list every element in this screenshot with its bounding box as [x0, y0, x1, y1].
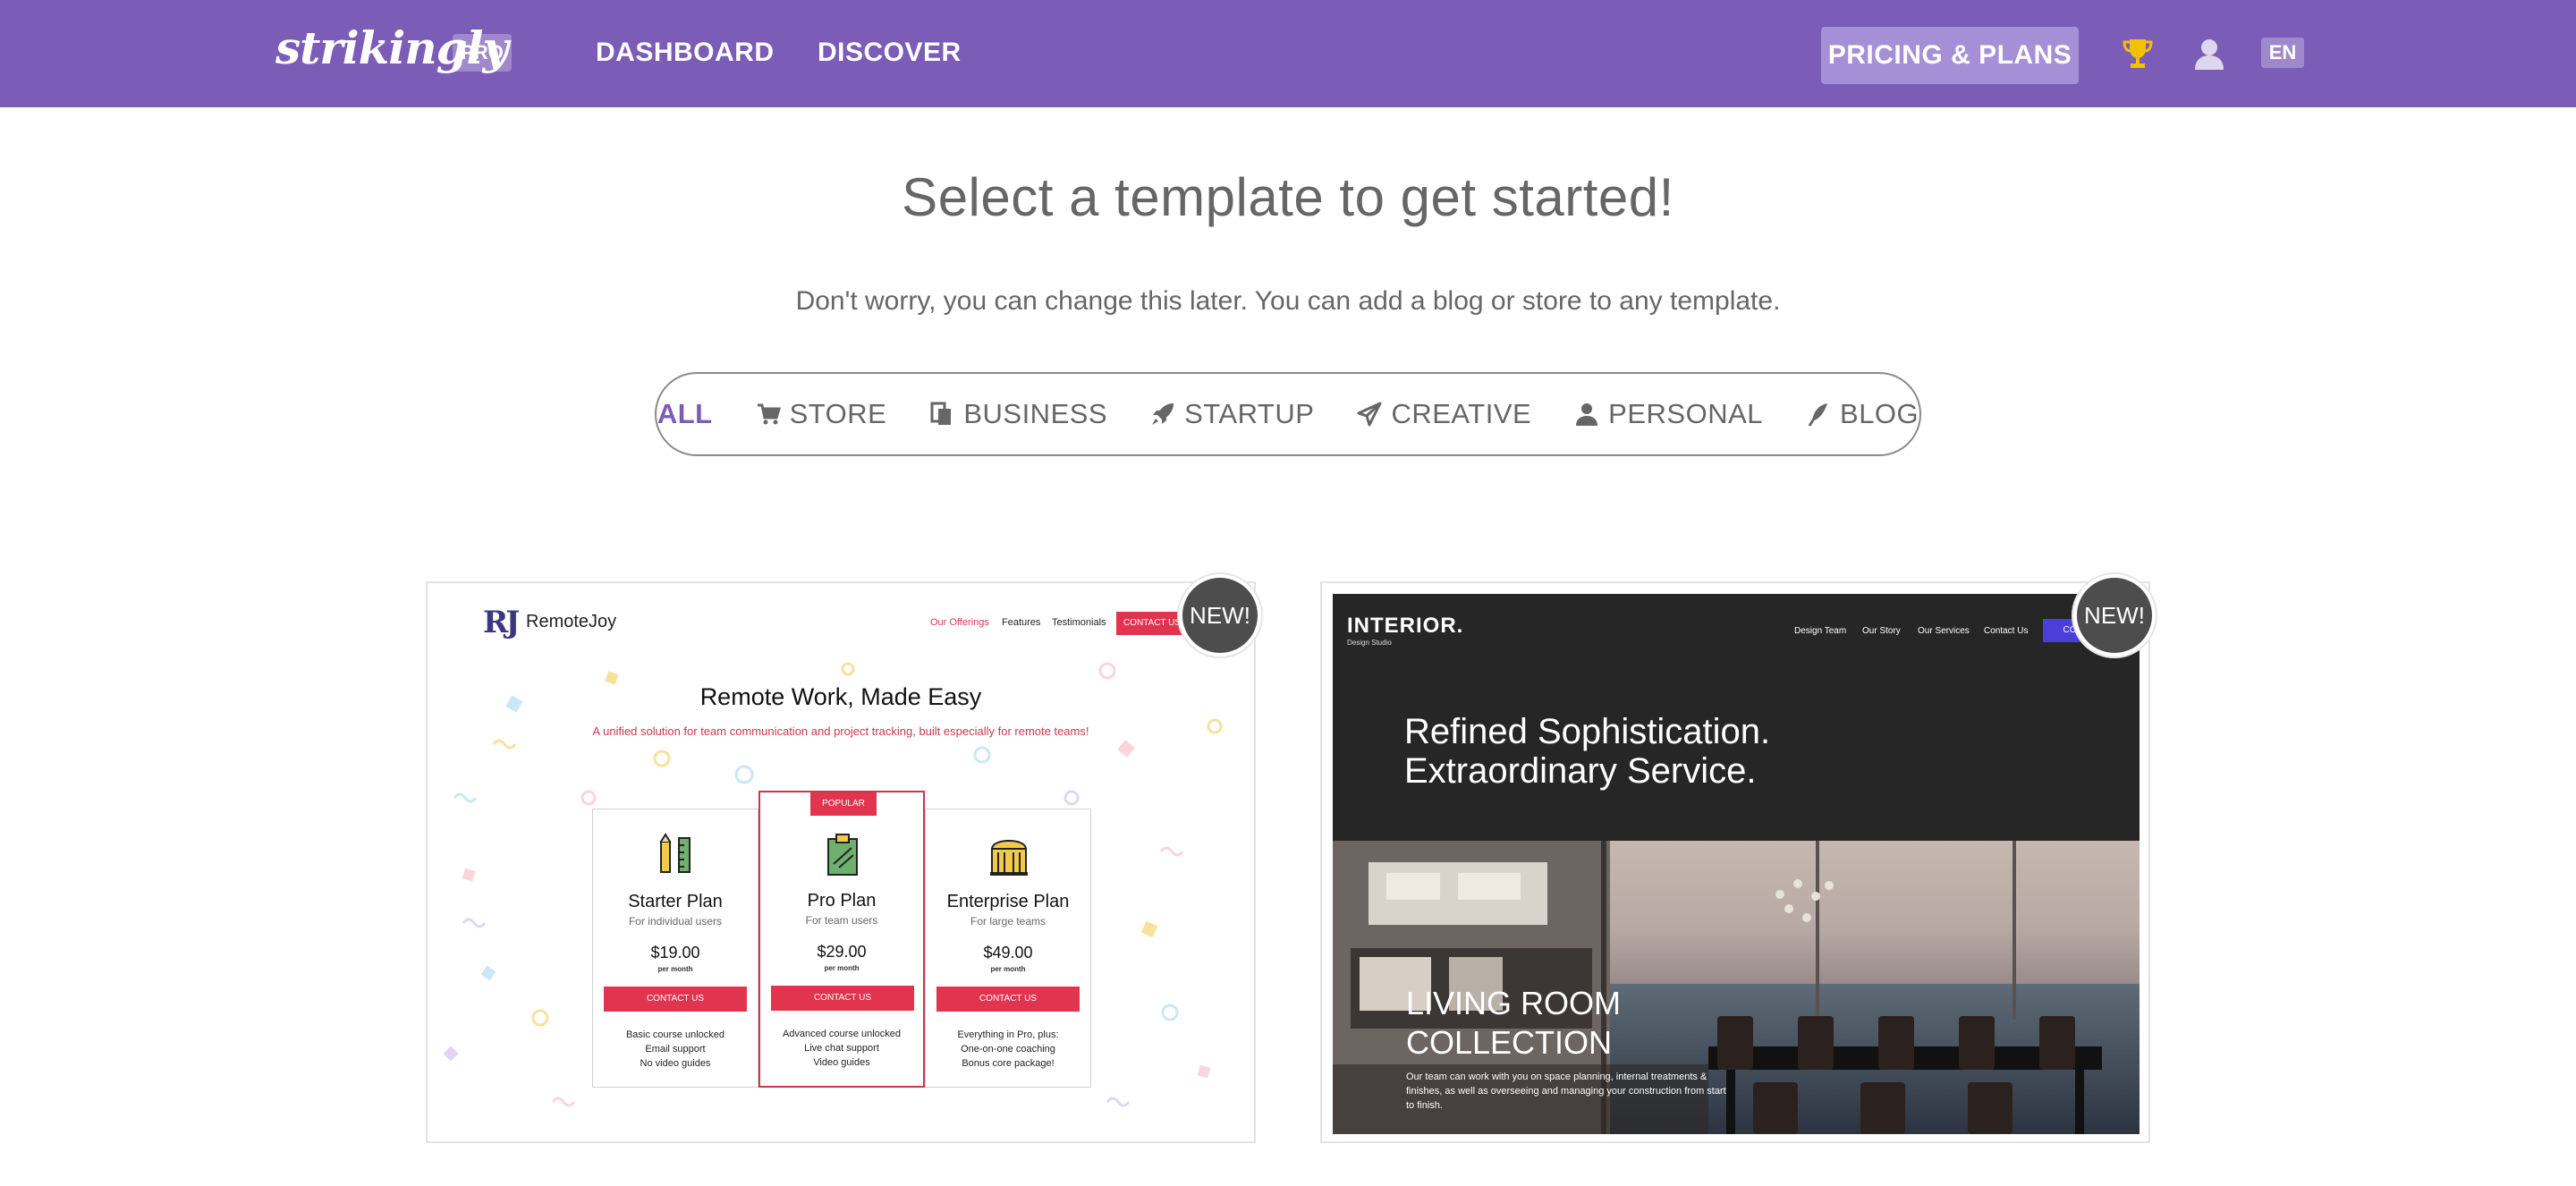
plan-period: per month [824, 964, 860, 972]
remotejoy-logo-mark: RJ [483, 605, 520, 640]
preview-nav-item: Our Offerings [930, 617, 989, 628]
plan-feature: Live chat support [804, 1043, 879, 1054]
plan-contact-button: CONTACT US [604, 987, 747, 1012]
plan-period: per month [657, 965, 693, 973]
template-card-interior[interactable]: INTERIOR. Design Studio Design Team Our … [1320, 581, 2150, 1143]
template-card-remotejoy[interactable]: RJ RemoteJoy Our Offerings Features Test… [426, 581, 1256, 1143]
language-selector[interactable]: EN [2261, 38, 2304, 68]
preview-headline-line: Extraordinary Service. [1404, 751, 1757, 791]
pricing-plans-button[interactable]: PRICING & PLANS [1821, 27, 2079, 84]
page-subtitle: Don't worry, you can change this later. … [795, 286, 1781, 316]
plan-feature: Video guides [813, 1057, 870, 1068]
plan-name: Starter Plan [628, 892, 723, 911]
plan-price: $29.00 [817, 943, 867, 961]
template-preview-remotejoy: RJ RemoteJoy Our Offerings Features Test… [428, 583, 1254, 1141]
filter-creative[interactable]: CREATIVE [1357, 398, 1531, 430]
filter-label: BLOG [1840, 398, 1919, 429]
preview-nav-item: Contact Us [1984, 626, 2029, 636]
filter-label: STORE [789, 398, 887, 429]
interior-logo-subtitle: Design Studio [1347, 639, 1392, 647]
new-badge: NEW! [2073, 574, 2156, 657]
nav-dashboard-link[interactable]: DASHBOARD [596, 38, 775, 68]
plan-contact-button: CONTACT US [771, 986, 914, 1011]
filter-personal[interactable]: PERSONAL [1574, 398, 1763, 430]
clipboard-icon [827, 834, 858, 876]
quill-icon [1808, 403, 1828, 427]
page-title: Select a template to get started! [902, 167, 1674, 227]
user-account-icon[interactable] [2188, 32, 2231, 75]
plan-feature: Everything in Pro, plus: [957, 1029, 1059, 1040]
preview-body-text: Our team can work with you on space plan… [1406, 1072, 1726, 1111]
interior-logo: INTERIOR. [1347, 614, 1464, 638]
preview-nav-item: Design Team [1794, 626, 1847, 636]
preview-section-title: LIVING ROOM COLLECTION [1406, 984, 1621, 1063]
trophy-icon[interactable] [2116, 32, 2159, 75]
plan-feature: Email support [645, 1044, 706, 1055]
plan-price: $19.00 [650, 944, 700, 962]
filter-label: BUSINESS [963, 398, 1108, 429]
plan-period: per month [990, 965, 1026, 973]
preview-nav-item: Features [1002, 617, 1041, 628]
cart-icon [757, 403, 781, 425]
preview-section-title-line: COLLECTION [1406, 1024, 1613, 1061]
filter-label: CREATIVE [1391, 398, 1532, 429]
plan-name: Pro Plan [807, 891, 877, 911]
plan-name: Enterprise Plan [946, 892, 1070, 911]
plan-feature: Basic course unlocked [625, 1029, 725, 1040]
plan-audience: For large teams [970, 915, 1046, 928]
filter-store[interactable]: STORE [756, 398, 887, 430]
preview-headline: Remote Work, Made Easy [699, 683, 982, 710]
plan-audience: For team users [805, 914, 878, 927]
pricing-plan-enterprise: Enterprise Plan For large teams $49.00 p… [925, 809, 1091, 1088]
preview-headline: Refined Sophistication. Extraordinary Se… [1404, 712, 1770, 791]
pricing-plan-pro: POPULAR Pro Plan For team users $29.00 p… [758, 791, 925, 1088]
filter-all[interactable]: ALL [657, 398, 713, 430]
filter-label: ALL [657, 398, 713, 429]
preview-nav-item: Our Story [1862, 626, 1901, 636]
document-icon [930, 402, 952, 425]
plan-feature: One-on-one coaching [961, 1044, 1055, 1055]
rocket-icon [1152, 403, 1174, 425]
preview-contact-button: CONTACT US [1116, 612, 1188, 635]
paper-plane-icon [1357, 402, 1382, 427]
filter-startup[interactable]: STARTUP [1150, 398, 1314, 430]
pricing-plan-starter: Starter Plan For individual users $19.00… [592, 809, 758, 1088]
new-badge: NEW! [1179, 574, 1261, 657]
preview-nav-item: Our Services [1918, 626, 1970, 636]
plan-feature: No video guides [640, 1058, 711, 1069]
filter-label: STARTUP [1184, 398, 1315, 429]
category-filter-bar: ALL STORE BUSINESS STARTUP CREATIVE PERS… [655, 372, 1921, 456]
building-icon [990, 840, 1028, 876]
preview-nav-item: Testimonials [1052, 617, 1106, 628]
remotejoy-logo-text: RemoteJoy [526, 612, 617, 631]
popular-tag: POPULAR [810, 792, 877, 816]
plan-feature: Bonus core package! [962, 1058, 1055, 1069]
plan-price: $49.00 [983, 944, 1033, 962]
filter-blog[interactable]: BLOG [1806, 398, 1919, 430]
filter-label: PERSONAL [1608, 398, 1764, 429]
plan-audience: For individual users [628, 915, 723, 928]
pencil-ruler-icon [660, 833, 691, 873]
top-nav-bar: strikingly PRO DASHBOARD DISCOVER PRICIN… [0, 0, 2576, 107]
preview-headline-line: Refined Sophistication. [1404, 712, 1771, 751]
preview-subline: A unified solution for team communicatio… [592, 724, 1089, 738]
pro-badge: PRO [453, 34, 512, 72]
filter-business[interactable]: BUSINESS [929, 398, 1107, 430]
person-icon [1576, 403, 1598, 426]
preview-section-title-line: LIVING ROOM [1406, 985, 1622, 1021]
plan-feature: Advanced course unlocked [782, 1029, 902, 1039]
template-preview-interior: INTERIOR. Design Studio Design Team Our … [1333, 594, 2140, 1134]
nav-discover-link[interactable]: DISCOVER [818, 38, 962, 68]
plan-contact-button: CONTACT US [936, 987, 1080, 1012]
